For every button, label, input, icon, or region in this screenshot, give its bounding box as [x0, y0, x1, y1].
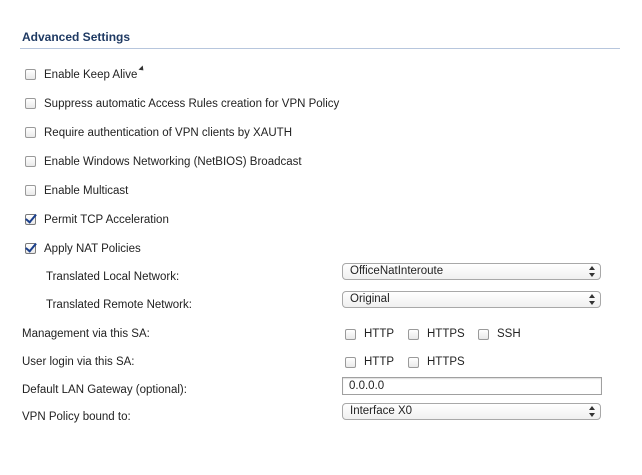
- require-xauth-label: Require authentication of VPN clients by…: [44, 127, 293, 139]
- section-divider: [20, 48, 620, 49]
- management-http-label: HTTP: [364, 328, 395, 340]
- management-ssh-label: SSH: [497, 328, 521, 340]
- user-login-via-sa-label: User login via this SA:: [22, 356, 135, 368]
- enable-multicast-checkbox[interactable]: [25, 185, 36, 196]
- management-http-checkbox[interactable]: [345, 329, 356, 340]
- user-login-http-label: HTTP: [364, 356, 395, 368]
- user-login-http-checkbox[interactable]: [345, 357, 356, 368]
- require-xauth-checkbox[interactable]: [25, 127, 36, 138]
- management-https-label: HTTPS: [427, 328, 465, 340]
- select-arrows-icon: [589, 265, 596, 278]
- translated-local-network-select[interactable]: OfficeNatInteroute: [342, 263, 601, 280]
- netbios-broadcast-checkbox[interactable]: [25, 156, 36, 167]
- management-https-checkbox[interactable]: [408, 329, 419, 340]
- management-via-sa-label: Management via this SA:: [22, 328, 150, 340]
- management-ssh-checkbox[interactable]: [478, 329, 489, 340]
- suppress-access-rules-checkbox[interactable]: [25, 98, 36, 109]
- vpn-policy-bound-select[interactable]: Interface X0: [342, 403, 601, 420]
- vpn-policy-bound-value: Interface X0: [350, 405, 413, 417]
- permit-tcp-acceleration-label: Permit TCP Acceleration: [44, 214, 169, 226]
- suppress-access-rules-label: Suppress automatic Access Rules creation…: [44, 98, 340, 110]
- translated-local-network-value: OfficeNatInteroute: [350, 265, 444, 277]
- vpn-policy-bound-label: VPN Policy bound to:: [22, 411, 131, 423]
- default-lan-gateway-input[interactable]: 0.0.0.0: [342, 377, 602, 395]
- enable-keep-alive-label: Enable Keep Alive: [44, 69, 138, 81]
- permit-tcp-acceleration-checkbox[interactable]: [25, 214, 36, 225]
- translated-remote-network-value: Original: [350, 293, 390, 305]
- select-arrows-icon: [589, 293, 596, 306]
- user-login-https-checkbox[interactable]: [408, 357, 419, 368]
- enable-multicast-label: Enable Multicast: [44, 185, 129, 197]
- default-lan-gateway-label: Default LAN Gateway (optional):: [22, 384, 187, 396]
- apply-nat-policies-checkbox[interactable]: [25, 243, 36, 254]
- enable-keep-alive-checkbox[interactable]: [25, 69, 36, 80]
- apply-nat-policies-label: Apply NAT Policies: [44, 243, 141, 255]
- translated-local-network-label: Translated Local Network:: [46, 271, 180, 283]
- select-arrows-icon: [589, 405, 596, 418]
- cursor-marker-icon: [138, 65, 146, 73]
- user-login-https-label: HTTPS: [427, 356, 465, 368]
- netbios-broadcast-label: Enable Windows Networking (NetBIOS) Broa…: [44, 156, 302, 168]
- section-title: Advanced Settings: [22, 30, 131, 44]
- translated-remote-network-select[interactable]: Original: [342, 291, 601, 308]
- translated-remote-network-label: Translated Remote Network:: [46, 299, 192, 311]
